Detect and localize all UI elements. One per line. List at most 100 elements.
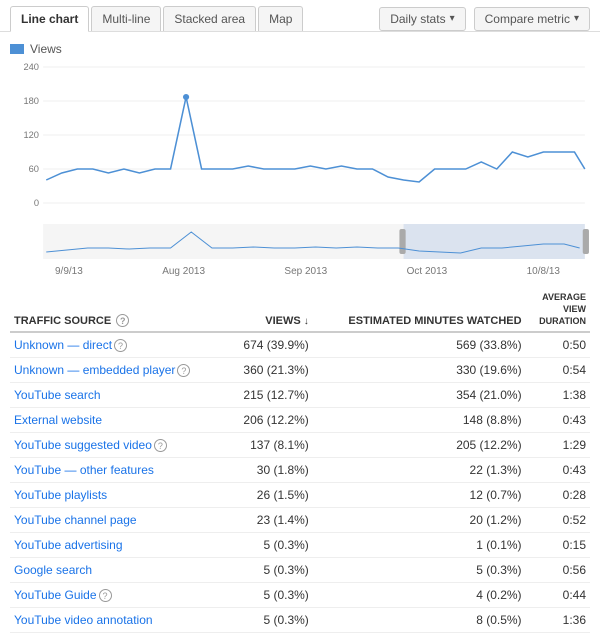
source-cell[interactable]: Google search — [10, 558, 227, 583]
source-cell[interactable]: YouTube Guide? — [10, 583, 227, 608]
source-cell[interactable]: Unknown — embedded player? — [10, 358, 227, 383]
date-label-sep: Sep 2013 — [284, 266, 327, 277]
compare-metric-dropdown[interactable]: Compare metric — [474, 7, 590, 31]
source-cell[interactable]: YouTube video annotation — [10, 608, 227, 633]
tab-line-chart[interactable]: Line chart — [10, 6, 89, 32]
table-row: YouTube channel page23 (1.4%)20 (1.2%)0:… — [10, 508, 590, 533]
source-cell[interactable]: YouTube playlists — [10, 483, 227, 508]
minutes-cell: 354 (21.0%) — [313, 383, 526, 408]
col-header-duration: AVERAGEVIEWDURATION — [526, 285, 590, 332]
source-cell[interactable]: External website — [10, 408, 227, 433]
table-row: YouTube video annotation5 (0.3%)8 (0.5%)… — [10, 608, 590, 633]
duration-cell: 0:56 — [526, 558, 590, 583]
minutes-cell: 330 (19.6%) — [313, 358, 526, 383]
table-row: Unknown — direct?674 (39.9%)569 (33.8%)0… — [10, 332, 590, 358]
chart-legend: Views — [10, 42, 590, 56]
minutes-cell: 22 (1.3%) — [313, 458, 526, 483]
minutes-cell: 148 (8.8%) — [313, 408, 526, 433]
source-cell[interactable]: YouTube search — [10, 383, 227, 408]
views-cell: 26 (1.5%) — [227, 483, 313, 508]
minutes-cell: 20 (1.2%) — [313, 508, 526, 533]
source-cell[interactable]: YouTube suggested video? — [10, 433, 227, 458]
tab-map[interactable]: Map — [258, 6, 303, 31]
duration-cell: 0:43 — [526, 458, 590, 483]
duration-cell: 0:54 — [526, 358, 590, 383]
tabs-right: Daily stats Compare metric — [379, 7, 590, 31]
duration-cell: 0:44 — [526, 583, 590, 608]
tabs-row: Line chart Multi-line Stacked area Map D… — [0, 0, 600, 32]
minutes-cell: 4 (0.2%) — [313, 583, 526, 608]
views-cell: 206 (12.2%) — [227, 408, 313, 433]
table-row: External website206 (12.2%)148 (8.8%)0:4… — [10, 408, 590, 433]
duration-cell: 0:50 — [526, 332, 590, 358]
duration-cell: 0:52 — [526, 508, 590, 533]
date-label-oct: Oct 2013 — [407, 266, 448, 277]
duration-cell: 1:38 — [526, 383, 590, 408]
col-header-minutes: ESTIMATED MINUTES WATCHED — [313, 285, 526, 332]
date-label-start: 9/9/13 — [55, 266, 83, 277]
source-cell[interactable]: Unknown — direct? — [10, 332, 227, 358]
row-help-icon[interactable]: ? — [177, 364, 190, 377]
table-row: YouTube — other features30 (1.8%)22 (1.3… — [10, 458, 590, 483]
svg-text:120: 120 — [23, 130, 39, 140]
table-row: Google search5 (0.3%)5 (0.3%)0:56 — [10, 558, 590, 583]
chart-container: Views 240 180 120 60 0 — [0, 32, 600, 285]
table-row: YouTube Guide?5 (0.3%)4 (0.2%)0:44 — [10, 583, 590, 608]
views-cell: 215 (12.7%) — [227, 383, 313, 408]
date-label-end: 10/8/13 — [527, 266, 560, 277]
date-label-aug: Aug 2013 — [162, 266, 205, 277]
svg-text:240: 240 — [23, 62, 39, 72]
views-cell: 23 (1.4%) — [227, 508, 313, 533]
table-row: Unknown — embedded player?360 (21.3%)330… — [10, 358, 590, 383]
duration-cell: 0:43 — [526, 408, 590, 433]
views-cell: 360 (21.3%) — [227, 358, 313, 383]
sort-arrow-views: ↓ — [304, 316, 309, 327]
minutes-cell: 1 (0.1%) — [313, 533, 526, 558]
row-help-icon[interactable]: ? — [114, 339, 127, 352]
minutes-cell: 8 (0.5%) — [313, 608, 526, 633]
duration-cell: 0:15 — [526, 533, 590, 558]
legend-color-box — [10, 44, 24, 54]
legend-label: Views — [30, 42, 62, 56]
chart-peak-dot — [183, 94, 189, 100]
scrollbar-chart[interactable] — [10, 224, 590, 264]
source-cell[interactable]: YouTube advertising — [10, 533, 227, 558]
duration-cell: 1:36 — [526, 608, 590, 633]
tab-multi-line[interactable]: Multi-line — [91, 6, 161, 31]
col-header-source: TRAFFIC SOURCE ? — [10, 285, 227, 332]
views-cell: 5 (0.3%) — [227, 583, 313, 608]
svg-text:60: 60 — [29, 164, 39, 174]
views-cell: 5 (0.3%) — [227, 608, 313, 633]
views-cell: 137 (8.1%) — [227, 433, 313, 458]
table-row: YouTube advertising5 (0.3%)1 (0.1%)0:15 — [10, 533, 590, 558]
source-cell[interactable]: YouTube channel page — [10, 508, 227, 533]
minutes-cell: 12 (0.7%) — [313, 483, 526, 508]
minutes-cell: 205 (12.2%) — [313, 433, 526, 458]
views-cell: 5 (0.3%) — [227, 558, 313, 583]
duration-cell: 0:28 — [526, 483, 590, 508]
source-help-icon[interactable]: ? — [116, 314, 129, 327]
source-cell[interactable]: YouTube — other features — [10, 458, 227, 483]
views-cell: 5 (0.3%) — [227, 533, 313, 558]
line-chart-svg: 240 180 120 60 0 — [10, 62, 590, 222]
table-row: YouTube suggested video?137 (8.1%)205 (1… — [10, 433, 590, 458]
minutes-cell: 569 (33.8%) — [313, 332, 526, 358]
row-help-icon[interactable]: ? — [154, 439, 167, 452]
row-help-icon[interactable]: ? — [99, 589, 112, 602]
duration-cell: 1:29 — [526, 433, 590, 458]
svg-text:180: 180 — [23, 96, 39, 106]
minutes-cell: 5 (0.3%) — [313, 558, 526, 583]
views-cell: 674 (39.9%) — [227, 332, 313, 358]
scrollbar-svg — [10, 224, 590, 264]
tab-stacked-area[interactable]: Stacked area — [163, 6, 256, 31]
col-header-views: VIEWS ↓ — [227, 285, 313, 332]
traffic-source-table: TRAFFIC SOURCE ? VIEWS ↓ ESTIMATED MINUT… — [0, 285, 600, 633]
table-row: YouTube search215 (12.7%)354 (21.0%)1:38 — [10, 383, 590, 408]
table-row: YouTube playlists26 (1.5%)12 (0.7%)0:28 — [10, 483, 590, 508]
main-chart-area: 240 180 120 60 0 — [10, 62, 590, 222]
daily-stats-dropdown[interactable]: Daily stats — [379, 7, 465, 31]
date-labels: 9/9/13 Aug 2013 Sep 2013 Oct 2013 10/8/1… — [10, 264, 590, 285]
tabs-left: Line chart Multi-line Stacked area Map — [10, 6, 303, 31]
svg-text:0: 0 — [34, 198, 39, 208]
views-cell: 30 (1.8%) — [227, 458, 313, 483]
